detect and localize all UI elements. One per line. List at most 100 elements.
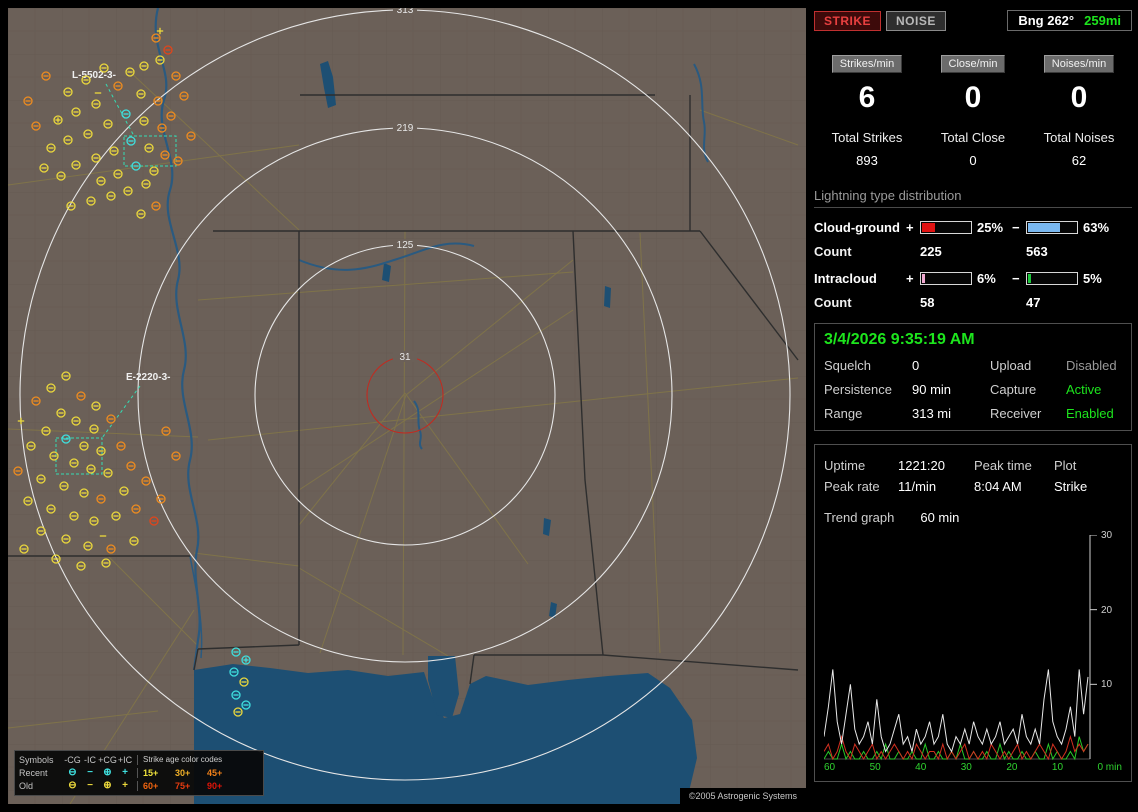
age-75: 75+ (175, 781, 207, 791)
x-tick-30: 30 (961, 762, 972, 773)
ic-positive-pct: 6% (972, 271, 1012, 286)
upload-status: Disabled (1066, 358, 1122, 373)
persistence-label: Persistence (824, 382, 912, 397)
y-tick-20: 20 (1101, 605, 1112, 616)
receiver-status-box: 3/4/2026 9:35:19 AM Squelch 0 Upload Dis… (814, 323, 1132, 431)
total-strikes-value: 893 (814, 153, 920, 168)
plus-sign: + (906, 220, 920, 235)
receiver-status: Enabled (1066, 406, 1122, 421)
cloud-ground-label: Cloud-ground (814, 220, 906, 235)
trend-window-value: 60 min (920, 510, 959, 525)
age-60: 60+ (143, 781, 175, 791)
squelch-row: Squelch 0 Upload Disabled (824, 358, 1122, 373)
trend-chart-svg (824, 535, 1124, 761)
total-noises-value: 62 (1026, 153, 1132, 168)
intracloud-count-row: Count 58 47 (814, 295, 1132, 310)
app: { "map": { "bg": "#6b6058", "center": {"… (0, 0, 1138, 812)
uptime-row: Uptime 1221:20 Peak time Plot (824, 458, 1122, 473)
age-90: 90+ (207, 781, 239, 791)
total-noises-label: Total Noises (1026, 130, 1132, 145)
legend-age-header: Strike age color codes (143, 755, 239, 764)
trend-series-noise (824, 737, 1088, 759)
range-label: Range (824, 406, 912, 421)
cg-positive-pct: 25% (972, 220, 1012, 235)
ring-distance-label: 125 (397, 240, 414, 251)
ic-positive-count: 58 (920, 295, 1012, 310)
peak-time-label: Peak time (974, 458, 1054, 473)
noise-toggle-button[interactable]: NOISE (886, 11, 946, 31)
x-tick-10: 10 (1052, 762, 1063, 773)
noises-rate: 0 (1026, 81, 1132, 115)
legend-old-label: Old (19, 781, 63, 791)
ic-negative-bar (1026, 272, 1078, 285)
cg-plus-recent-icon: ⊕ (98, 768, 117, 778)
capture-label: Capture (990, 382, 1066, 397)
range-row: Range 313 mi Receiver Enabled (824, 406, 1122, 421)
capture-status: Active (1066, 382, 1122, 397)
squelch-label: Squelch (824, 358, 912, 373)
bearing-distance: 259mi (1084, 13, 1121, 28)
copyright-notice: ©2005 Astrogenic Systems (680, 788, 806, 804)
legend-recent-label: Recent (19, 768, 63, 778)
trend-graph-label: Trend graph (824, 510, 894, 525)
legend-col-neg-ic: -IC (82, 755, 98, 765)
status-bar: STRIKE NOISE Bng 262° 259mi (814, 10, 1132, 31)
intracloud-row: Intracloud + 6% − 5% (814, 271, 1132, 286)
plus-sign: + (906, 271, 920, 286)
cloud-ground-row: Cloud-ground + 25% − 63% (814, 220, 1132, 235)
strikes-counter: Strikes/min 6 Total Strikes 893 (814, 55, 920, 168)
total-close-label: Total Close (920, 130, 1026, 145)
peak-rate-row: Peak rate 11/min 8:04 AM Strike (824, 479, 1122, 494)
strike-toggle-button[interactable]: STRIKE (814, 11, 881, 31)
session-stats-box: Uptime 1221:20 Peak time Plot Peak rate … (814, 444, 1132, 782)
distribution-title: Lightning type distribution (814, 188, 1132, 208)
total-strikes-label: Total Strikes (814, 130, 920, 145)
plot-mode-value: Strike (1054, 479, 1122, 494)
trend-series-close (824, 737, 1088, 759)
storm-cell-label: L-5502-3- (72, 70, 116, 81)
strike-map[interactable]: 31321912531L-5502-3-E-2220-3- Symbols -C… (8, 8, 806, 804)
plot-label: Plot (1054, 458, 1122, 473)
legend-col-pos-cg: +CG (98, 755, 117, 765)
ic-plus-recent-icon: + (117, 768, 133, 778)
trend-graph-header: Trend graph 60 min (824, 510, 1122, 525)
ring-distance-label: 219 (397, 123, 414, 134)
ic-plus-old-icon: + (117, 781, 133, 791)
close-counter: Close/min 0 Total Close 0 (920, 55, 1026, 168)
legend-col-pos-ic: +IC (117, 755, 133, 765)
noises-per-min-button[interactable]: Noises/min (1044, 55, 1114, 73)
ic-minus-old-icon: − (82, 781, 98, 791)
ic-negative-pct: 5% (1078, 271, 1112, 286)
x-tick-50: 50 (870, 762, 881, 773)
ring-distance-label: 31 (399, 352, 411, 363)
cg-plus-old-icon: ⊕ (98, 781, 117, 791)
receiver-label: Receiver (990, 406, 1066, 421)
ic-minus-recent-icon: − (82, 768, 98, 778)
trend-series-strikes (824, 669, 1088, 751)
side-panel: STRIKE NOISE Bng 262° 259mi Strikes/min … (814, 10, 1132, 782)
intracloud-label: Intracloud (814, 271, 906, 286)
close-rate: 0 (920, 81, 1026, 115)
legend-col-neg-cg: -CG (63, 755, 82, 765)
x-tick-20: 20 (1006, 762, 1017, 773)
age-30: 30+ (175, 768, 207, 778)
rate-counters: Strikes/min 6 Total Strikes 893 Close/mi… (814, 55, 1132, 168)
minus-sign: − (1012, 220, 1026, 235)
squelch-value: 0 (912, 358, 990, 373)
cg-negative-count: 563 (1026, 244, 1112, 259)
peak-rate-label: Peak rate (824, 479, 898, 494)
minus-sign: − (1012, 271, 1026, 286)
x-tick-40: 40 (915, 762, 926, 773)
trend-graph: 30 20 10 60 50 40 30 20 10 0 min (824, 535, 1122, 777)
close-per-min-button[interactable]: Close/min (941, 55, 1006, 73)
cg-negative-bar (1026, 221, 1078, 234)
cg-negative-pct: 63% (1078, 220, 1112, 235)
y-tick-30: 30 (1101, 530, 1112, 541)
cg-minus-old-icon: ⊖ (63, 781, 82, 791)
persistence-value: 90 min (912, 382, 990, 397)
legend-recent-row: Recent ⊖ − ⊕ + 15+ 30+ 45+ (19, 766, 259, 779)
legend-divider (137, 755, 139, 765)
strikes-per-min-button[interactable]: Strikes/min (832, 55, 902, 73)
uptime-label: Uptime (824, 458, 898, 473)
count-label: Count (814, 295, 906, 310)
